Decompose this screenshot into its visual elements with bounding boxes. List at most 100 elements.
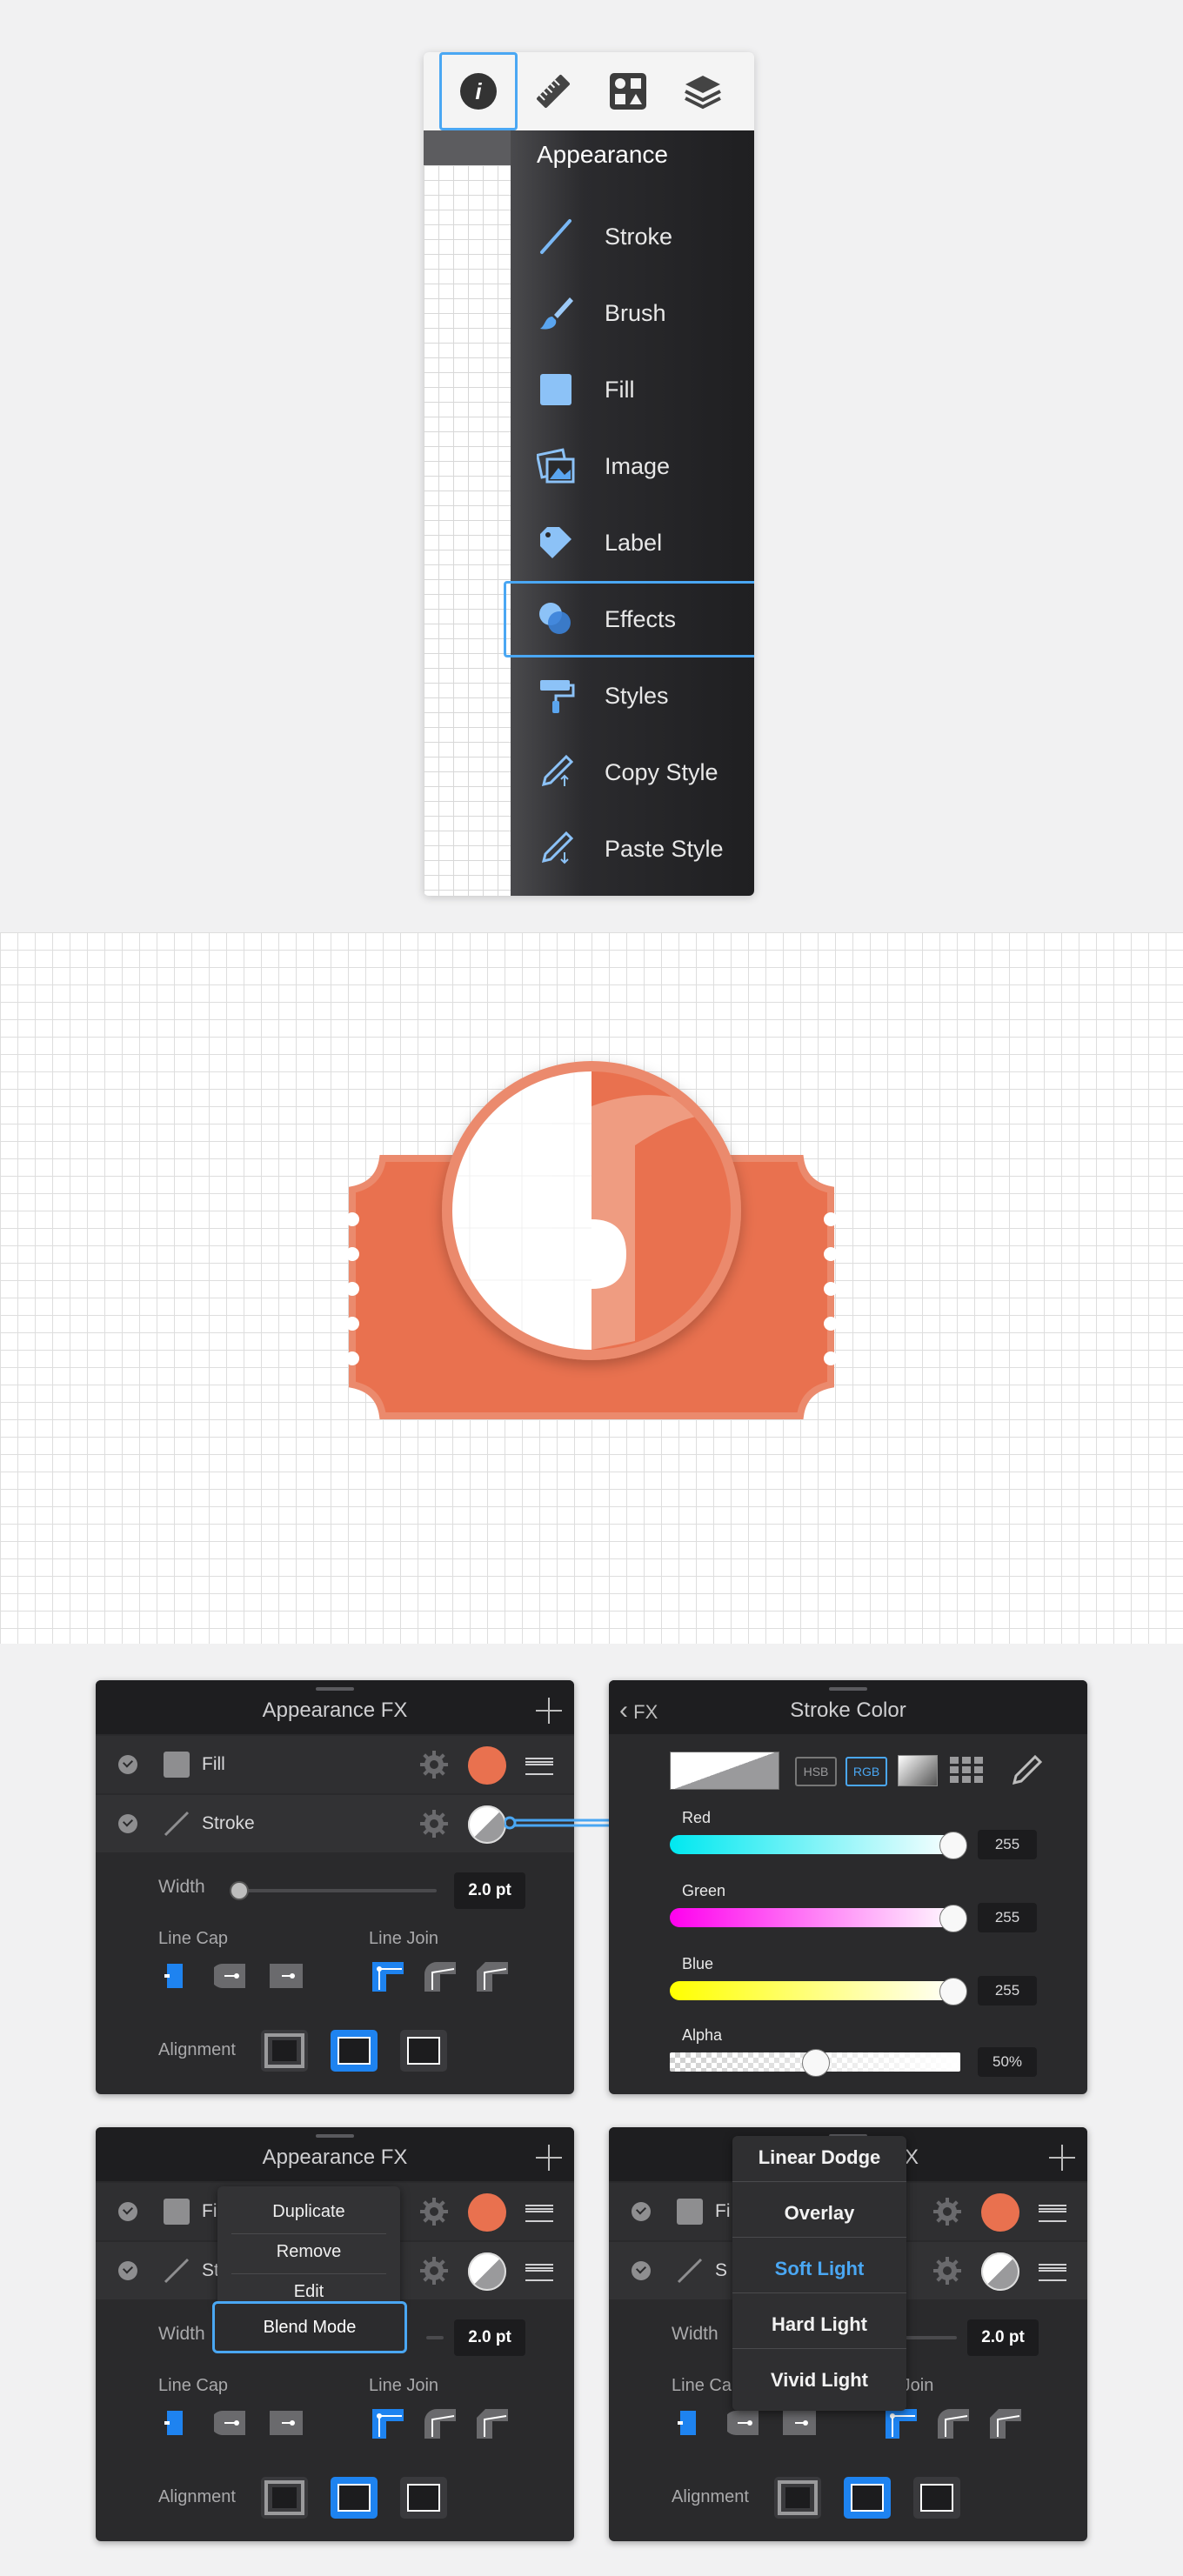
width-value[interactable]: 2.0 pt — [967, 2319, 1039, 2356]
alignment-inside-button[interactable] — [400, 2030, 447, 2072]
reorder-handle-icon[interactable] — [525, 2264, 553, 2281]
menu-item-blend-mode[interactable]: Blend Mode — [212, 2301, 407, 2353]
shapes-icon[interactable] — [589, 52, 667, 130]
check-icon[interactable] — [632, 2202, 651, 2221]
add-icon[interactable] — [536, 2145, 562, 2171]
menu-item-brush[interactable]: Brush — [511, 275, 754, 351]
stroke-color-swatch[interactable] — [468, 2252, 506, 2291]
info-icon[interactable]: i — [439, 52, 518, 130]
line-join-bevel-button[interactable] — [473, 2406, 513, 2440]
line-join-miter-button[interactable] — [882, 2406, 922, 2440]
rgb-mode-button[interactable]: RGB — [845, 1757, 887, 1786]
line-cap-round-button[interactable] — [214, 1959, 254, 1993]
menu-item-edit[interactable]: Edit — [217, 2282, 400, 2302]
line-join-bevel-button[interactable] — [473, 1959, 513, 1993]
blue-value[interactable]: 255 — [978, 1976, 1037, 2005]
alignment-inside-button[interactable] — [913, 2477, 960, 2519]
width-value[interactable]: 2.0 pt — [454, 1872, 525, 1909]
red-slider-track[interactable] — [670, 1835, 960, 1854]
menu-item-paste-style[interactable]: Paste Style — [511, 811, 754, 887]
gradient-mode-button[interactable] — [898, 1755, 938, 1786]
blend-item-hard-light[interactable]: Hard Light — [732, 2313, 906, 2336]
menu-item-stroke[interactable]: Stroke — [511, 198, 754, 275]
line-cap-square-button[interactable] — [266, 1959, 306, 1993]
menu-item-image[interactable]: Image — [511, 428, 754, 504]
menu-item-copy-style[interactable]: Copy Style — [511, 734, 754, 811]
line-cap-round-button[interactable] — [727, 2406, 767, 2440]
fill-color-swatch[interactable] — [468, 1746, 506, 1785]
gear-icon[interactable] — [419, 2197, 449, 2226]
line-cap-butt-button[interactable] — [164, 1959, 186, 1993]
alignment-outside-button[interactable] — [261, 2030, 308, 2072]
blend-item-soft-light[interactable]: Soft Light — [732, 2258, 906, 2280]
ruler-icon[interactable] — [514, 52, 592, 130]
line-join-round-button[interactable] — [421, 1959, 461, 1993]
green-slider-knob[interactable] — [939, 1905, 967, 1932]
alignment-outside-button[interactable] — [261, 2477, 308, 2519]
reorder-handle-icon[interactable] — [525, 1758, 553, 1775]
green-value[interactable]: 255 — [978, 1903, 1037, 1932]
check-icon[interactable] — [632, 2261, 651, 2280]
red-slider-knob[interactable] — [939, 1832, 967, 1859]
stroke-color-swatch[interactable] — [981, 2252, 1019, 2291]
alignment-outside-button[interactable] — [774, 2477, 821, 2519]
check-icon[interactable] — [118, 2261, 137, 2280]
gear-icon[interactable] — [419, 1750, 449, 1779]
fill-color-swatch[interactable] — [981, 2193, 1019, 2232]
width-slider-track[interactable] — [905, 2336, 957, 2339]
check-icon[interactable] — [118, 1814, 137, 1833]
reorder-handle-icon[interactable] — [1039, 2205, 1066, 2222]
menu-item-fill[interactable]: Fill — [511, 351, 754, 428]
blue-slider-knob[interactable] — [939, 1978, 967, 2005]
reorder-handle-icon[interactable] — [525, 2205, 553, 2222]
menu-item-effects[interactable]: Effects — [504, 581, 754, 657]
check-icon[interactable] — [118, 1755, 137, 1774]
add-icon[interactable] — [1049, 2145, 1075, 2171]
line-join-miter-button[interactable] — [369, 2406, 409, 2440]
red-value[interactable]: 255 — [978, 1830, 1037, 1859]
line-cap-butt-button[interactable] — [677, 2406, 699, 2440]
alignment-center-button[interactable] — [844, 2477, 891, 2519]
gear-icon[interactable] — [419, 2256, 449, 2286]
fill-color-swatch[interactable] — [468, 2193, 506, 2232]
line-cap-square-button[interactable] — [779, 2406, 819, 2440]
line-cap-square-button[interactable] — [266, 2406, 306, 2440]
alignment-center-button[interactable] — [331, 2477, 378, 2519]
green-slider-track[interactable] — [670, 1908, 960, 1927]
line-join-bevel-button[interactable] — [986, 2406, 1026, 2440]
width-value[interactable]: 2.0 pt — [454, 2319, 525, 2356]
line-join-round-button[interactable] — [421, 2406, 461, 2440]
blend-item-vivid-light[interactable]: Vivid Light — [732, 2369, 906, 2392]
gear-icon[interactable] — [932, 2256, 962, 2286]
gear-icon[interactable] — [419, 1809, 449, 1839]
layers-icon[interactable] — [664, 52, 742, 130]
gear-icon[interactable] — [932, 2197, 962, 2226]
width-slider-track[interactable] — [426, 2336, 444, 2339]
line-cap-round-button[interactable] — [214, 2406, 254, 2440]
line-join-round-button[interactable] — [934, 2406, 974, 2440]
alpha-slider-knob[interactable] — [802, 2049, 830, 2077]
line-join-miter-button[interactable] — [369, 1959, 409, 1993]
line-cap-butt-button[interactable] — [164, 2406, 186, 2440]
menu-item-duplicate[interactable]: Duplicate — [217, 2202, 400, 2222]
add-icon[interactable] — [536, 1698, 562, 1724]
back-button[interactable]: ‹ FX — [619, 1696, 658, 1725]
eyedropper-icon[interactable] — [1009, 1753, 1044, 1788]
width-slider-knob[interactable] — [230, 1881, 249, 1900]
blend-item-overlay[interactable]: Overlay — [732, 2202, 906, 2225]
fx-row-fill[interactable]: Fill — [96, 1736, 574, 1793]
alignment-inside-button[interactable] — [400, 2477, 447, 2519]
menu-item-styles[interactable]: Styles — [511, 657, 754, 734]
hsb-mode-button[interactable]: HSB — [795, 1757, 837, 1786]
blue-slider-track[interactable] — [670, 1981, 960, 2000]
check-icon[interactable] — [118, 2202, 137, 2221]
reorder-handle-icon[interactable] — [1039, 2264, 1066, 2281]
menu-item-remove[interactable]: Remove — [217, 2242, 400, 2262]
alignment-center-button[interactable] — [331, 2030, 378, 2072]
swatch-grid-icon[interactable] — [948, 1755, 986, 1785]
blend-item-linear-dodge[interactable]: Linear Dodge — [732, 2146, 906, 2169]
fx-row-stroke[interactable]: Stroke — [96, 1795, 574, 1852]
menu-item-label[interactable]: Label — [511, 504, 754, 581]
alpha-value[interactable]: 50% — [978, 2047, 1037, 2077]
stroke-color-swatch[interactable] — [468, 1805, 506, 1844]
